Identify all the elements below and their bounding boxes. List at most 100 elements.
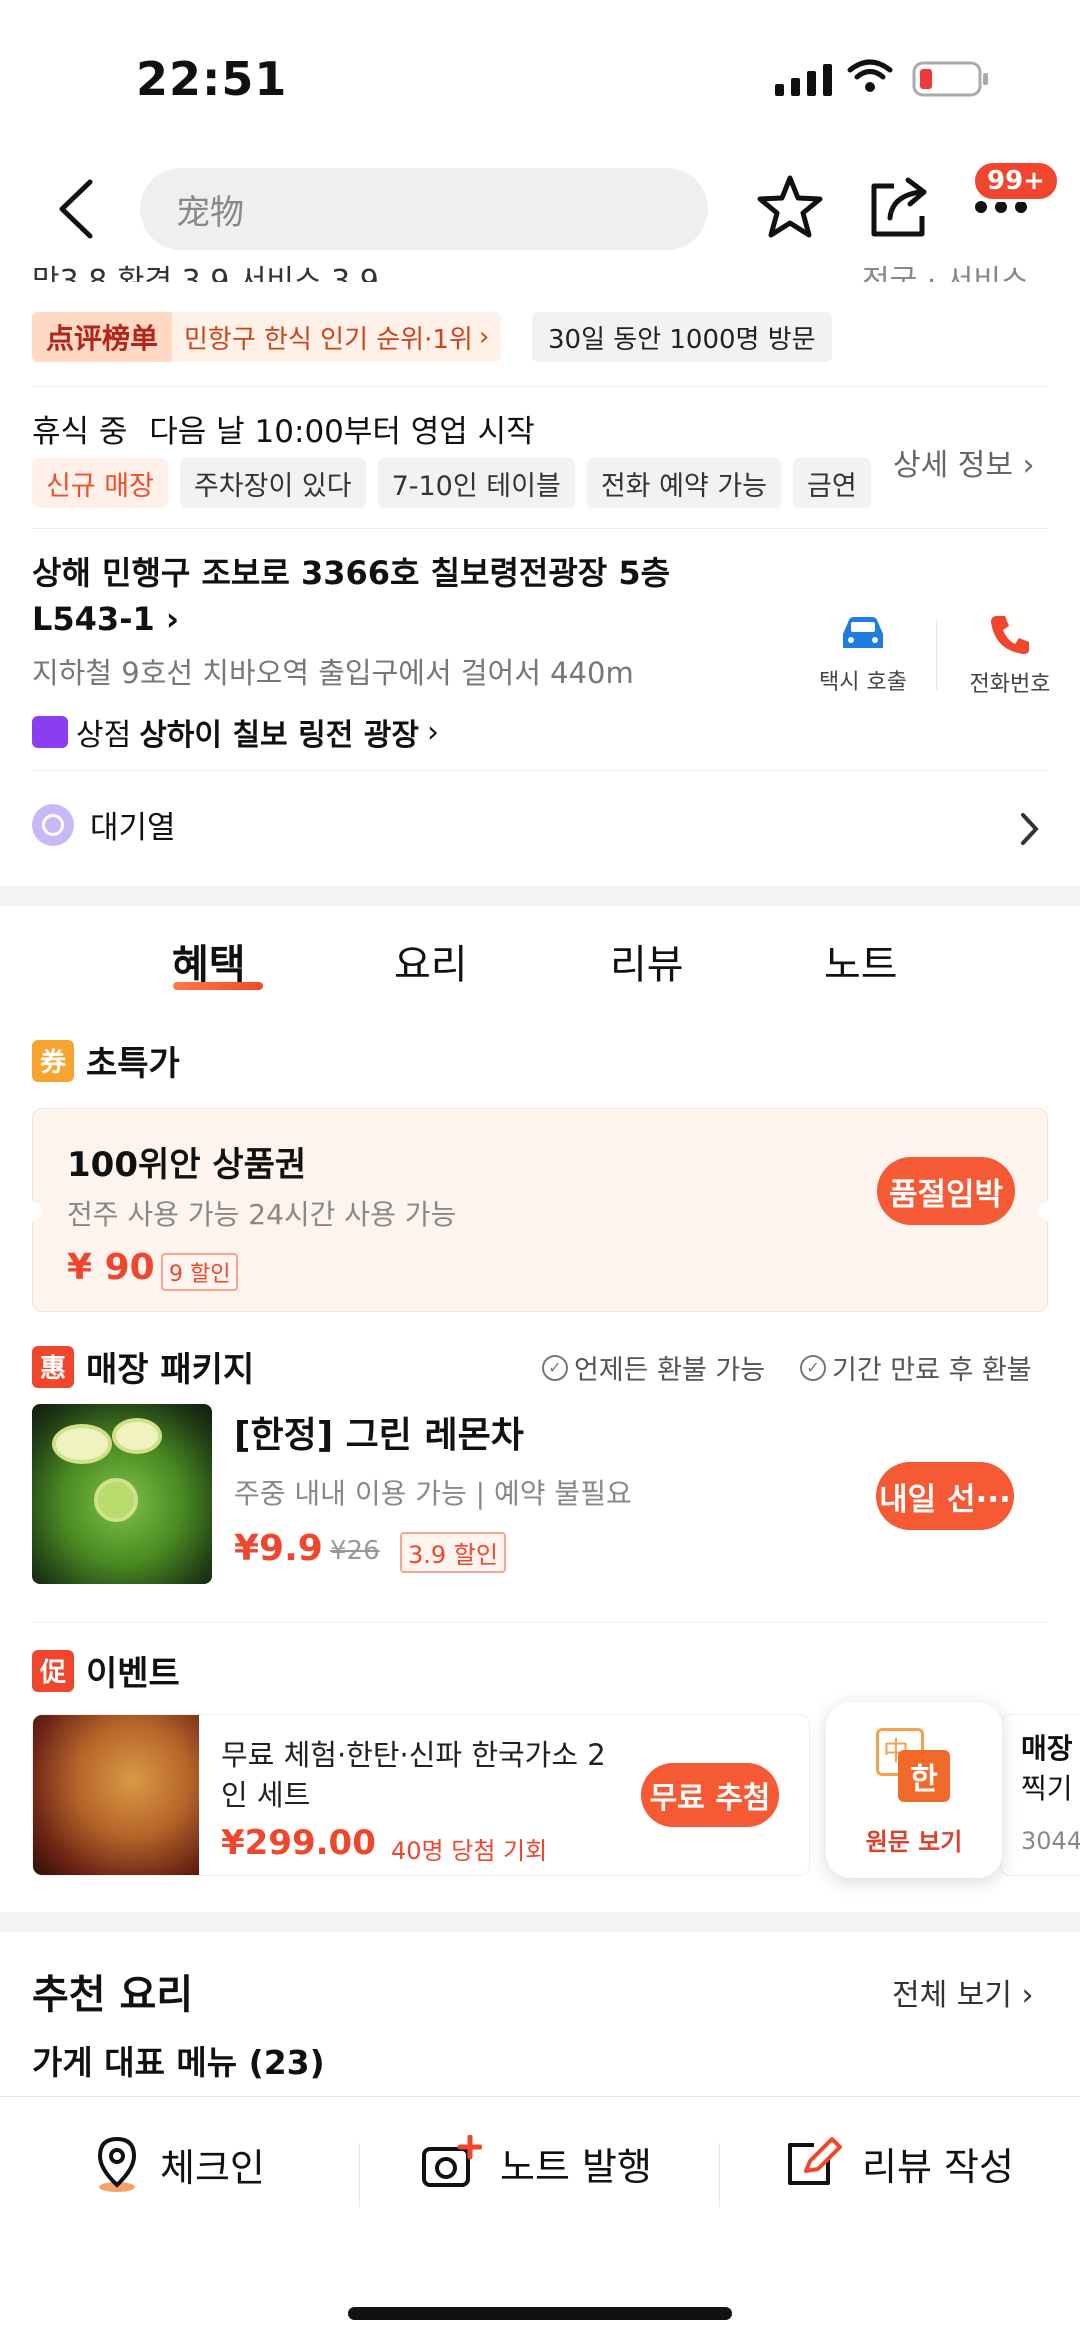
- cellular-signal-icon: [775, 62, 832, 96]
- address-text: 상해 민행구 조보로 3366호 칠보령전광장 5층 L543-1: [32, 554, 671, 638]
- event-winners: 40명 당첨 기회: [391, 1837, 548, 1865]
- phone-button[interactable]: 전화번호: [960, 612, 1060, 698]
- voucher-name: 100위안 상품권: [67, 1145, 307, 1185]
- metro-info: 지하철 9호선 치바오역 출입구에서 걸어서 440m: [32, 656, 634, 690]
- clock-icon: [32, 803, 74, 846]
- hours-text: 다음 날 10:00부터 영업 시작: [149, 414, 535, 450]
- ranking-tag[interactable]: 点评榜单 민항구 한식 인기 순위·1위 ›: [32, 312, 502, 362]
- check-circle-icon: ✓: [800, 1354, 826, 1381]
- view-original-button[interactable]: 中 한 원문 보기: [826, 1702, 1002, 1878]
- location-pin-icon: [97, 2136, 137, 2192]
- promotion-icon: 促: [32, 1649, 74, 1692]
- phone-label: 전화번호: [969, 672, 1051, 697]
- tab-notes[interactable]: 노트: [824, 932, 898, 990]
- tag-table: 7-10인 테이블: [377, 458, 575, 508]
- next-event-title-1: 매장: [1021, 1732, 1073, 1765]
- refund-anytime-label: 언제든 환불 가능: [574, 1355, 766, 1386]
- package-title: 매장 패키지: [86, 1350, 255, 1390]
- voucher-buy-button[interactable]: 품절임박: [877, 1157, 1015, 1225]
- refund-expired: ✓ 기간 만료 후 환불: [800, 1348, 1032, 1387]
- package-item-original-price: ¥26: [330, 1536, 380, 1566]
- mall-name: 상하이 칠보 링전 광장: [139, 718, 419, 753]
- green-lemon-tea-image[interactable]: [32, 1404, 212, 1584]
- tab-reviews[interactable]: 리뷰: [610, 932, 684, 990]
- translate-ko-icon: 한: [898, 1750, 950, 1802]
- free-draw-button[interactable]: 무료 추첨: [641, 1763, 779, 1827]
- business-hours: 휴식 중 다음 날 10:00부터 영업 시작: [32, 406, 535, 451]
- battery-low-icon: [912, 61, 988, 97]
- next-event-card[interactable]: 매장 찍기 3044: [1000, 1714, 1080, 1876]
- visits-tag: 30일 동안 1000명 방문: [532, 312, 832, 362]
- chevron-right-icon: ›: [478, 322, 490, 352]
- package-item-price: ¥9.9: [234, 1528, 323, 1569]
- status-time: 22:51: [136, 52, 288, 106]
- special-price-header: 券 초특가: [32, 1036, 180, 1085]
- voucher-card[interactable]: 100위안 상품권 전주 사용 가능 24시간 사용 가능 ¥ 90 9 할인 …: [22, 1108, 1058, 1312]
- favorite-star-icon[interactable]: [756, 174, 824, 240]
- view-original-label: 원문 보기: [865, 1828, 963, 1856]
- coupon-icon: 券: [32, 1039, 74, 1082]
- tag-new-store: 신규 매장: [32, 458, 168, 508]
- mall-link[interactable]: 상점 상하이 칠보 링전 광장 ›: [32, 710, 439, 754]
- phone-icon: [991, 616, 1029, 654]
- rating-rank: 전국 · 서비스: [862, 264, 1029, 282]
- package-header: 惠 매장 패키지: [32, 1342, 254, 1391]
- tag-parking: 주차장이 있다: [179, 458, 366, 508]
- event-title: 이벤트: [86, 1654, 180, 1694]
- mall-label: 상점: [76, 718, 132, 753]
- edit-review-icon: [788, 2137, 842, 2185]
- wifi-icon: [847, 59, 893, 92]
- write-review-button[interactable]: 리뷰 작성: [784, 2135, 1014, 2191]
- event-header: 促 이벤트: [32, 1646, 180, 1695]
- ranking-text: 민항구 한식 인기 순위·1위: [184, 324, 473, 355]
- share-icon[interactable]: [868, 172, 932, 240]
- queue-row[interactable]: 대기열: [32, 802, 176, 847]
- package-item-desc: 주중 내내 이용 가능 | 예약 불필요: [234, 1477, 632, 1510]
- refund-expired-label: 기간 만료 후 환불: [832, 1355, 1032, 1386]
- package-item-discount: 3.9 할인: [400, 1532, 506, 1573]
- recommend-title: 추천 요리: [32, 1972, 194, 2018]
- next-event-title-2: 찍기: [1021, 1772, 1073, 1805]
- address[interactable]: 상해 민행구 조보로 3366호 칠보령전광장 5층 L543-1 ›: [32, 550, 672, 642]
- home-indicator[interactable]: [348, 2307, 732, 2320]
- hours-status: 휴식 중: [32, 414, 128, 450]
- view-all-label: 전체 보기: [892, 1978, 1012, 2013]
- refund-anytime: ✓ 언제든 환불 가능: [542, 1348, 765, 1387]
- hot-pot-noodle-image: [33, 1715, 199, 1875]
- chevron-right-icon: ›: [1011, 1978, 1034, 2013]
- detail-info-link[interactable]: 상세 정보 ›: [893, 440, 1034, 484]
- tag-phone-booking: 전화 예약 가능: [586, 458, 782, 508]
- view-all-link[interactable]: 전체 보기 ›: [892, 1970, 1033, 2014]
- taxi-button[interactable]: 택시 호출: [812, 614, 914, 696]
- post-note-label: 노트 발행: [500, 2144, 652, 2189]
- notification-badge: 99+: [972, 160, 1060, 202]
- store-tags: 신규 매장 주차장이 있다 7-10인 테이블 전화 예약 가능 금연: [32, 458, 871, 508]
- detail-info-label: 상세 정보: [893, 448, 1013, 483]
- voucher-discount: 9 할인: [161, 1253, 239, 1291]
- section-tabs: 혜택 요리 리뷰 노트: [0, 932, 1080, 992]
- more-options-icon[interactable]: [974, 200, 1028, 214]
- package-buy-button[interactable]: 내일 선···: [876, 1462, 1014, 1530]
- check-circle-icon: ✓: [542, 1354, 568, 1381]
- post-note-button[interactable]: 노트 발행: [420, 2135, 652, 2191]
- back-arrow-icon[interactable]: [54, 178, 100, 240]
- checkin-button[interactable]: 체크인: [92, 2135, 265, 2193]
- signature-menu-title: 가게 대표 메뉴 (23): [32, 2043, 325, 2082]
- special-price-title: 초특가: [86, 1044, 180, 1084]
- package-item-name[interactable]: [한정] 그린 레몬차: [234, 1406, 524, 1458]
- chevron-right-icon: ›: [426, 714, 439, 750]
- chevron-right-icon: ›: [154, 600, 180, 638]
- checkin-label: 체크인: [160, 2145, 265, 2190]
- event-item-name: 무료 체험·한탄·신파 한국가소 2인 세트: [221, 1738, 606, 1812]
- chevron-right-icon: ›: [1022, 448, 1035, 483]
- ranking-logo: 点评榜单: [32, 312, 173, 362]
- event-card[interactable]: 무료 체험·한탄·신파 한국가소 2인 세트 ¥299.00 40명 당첨 기회…: [32, 1714, 810, 1876]
- package-icon: 惠: [32, 1345, 74, 1388]
- tab-dishes[interactable]: 요리: [394, 932, 468, 990]
- chevron-right-icon: [1021, 813, 1039, 845]
- write-review-label: 리뷰 작성: [862, 2144, 1014, 2189]
- next-event-number: 3044: [1021, 1827, 1080, 1855]
- search-input[interactable]: 宠物: [140, 168, 708, 250]
- voucher-price: ¥ 90: [67, 1247, 155, 1288]
- active-tab-indicator: [173, 982, 263, 990]
